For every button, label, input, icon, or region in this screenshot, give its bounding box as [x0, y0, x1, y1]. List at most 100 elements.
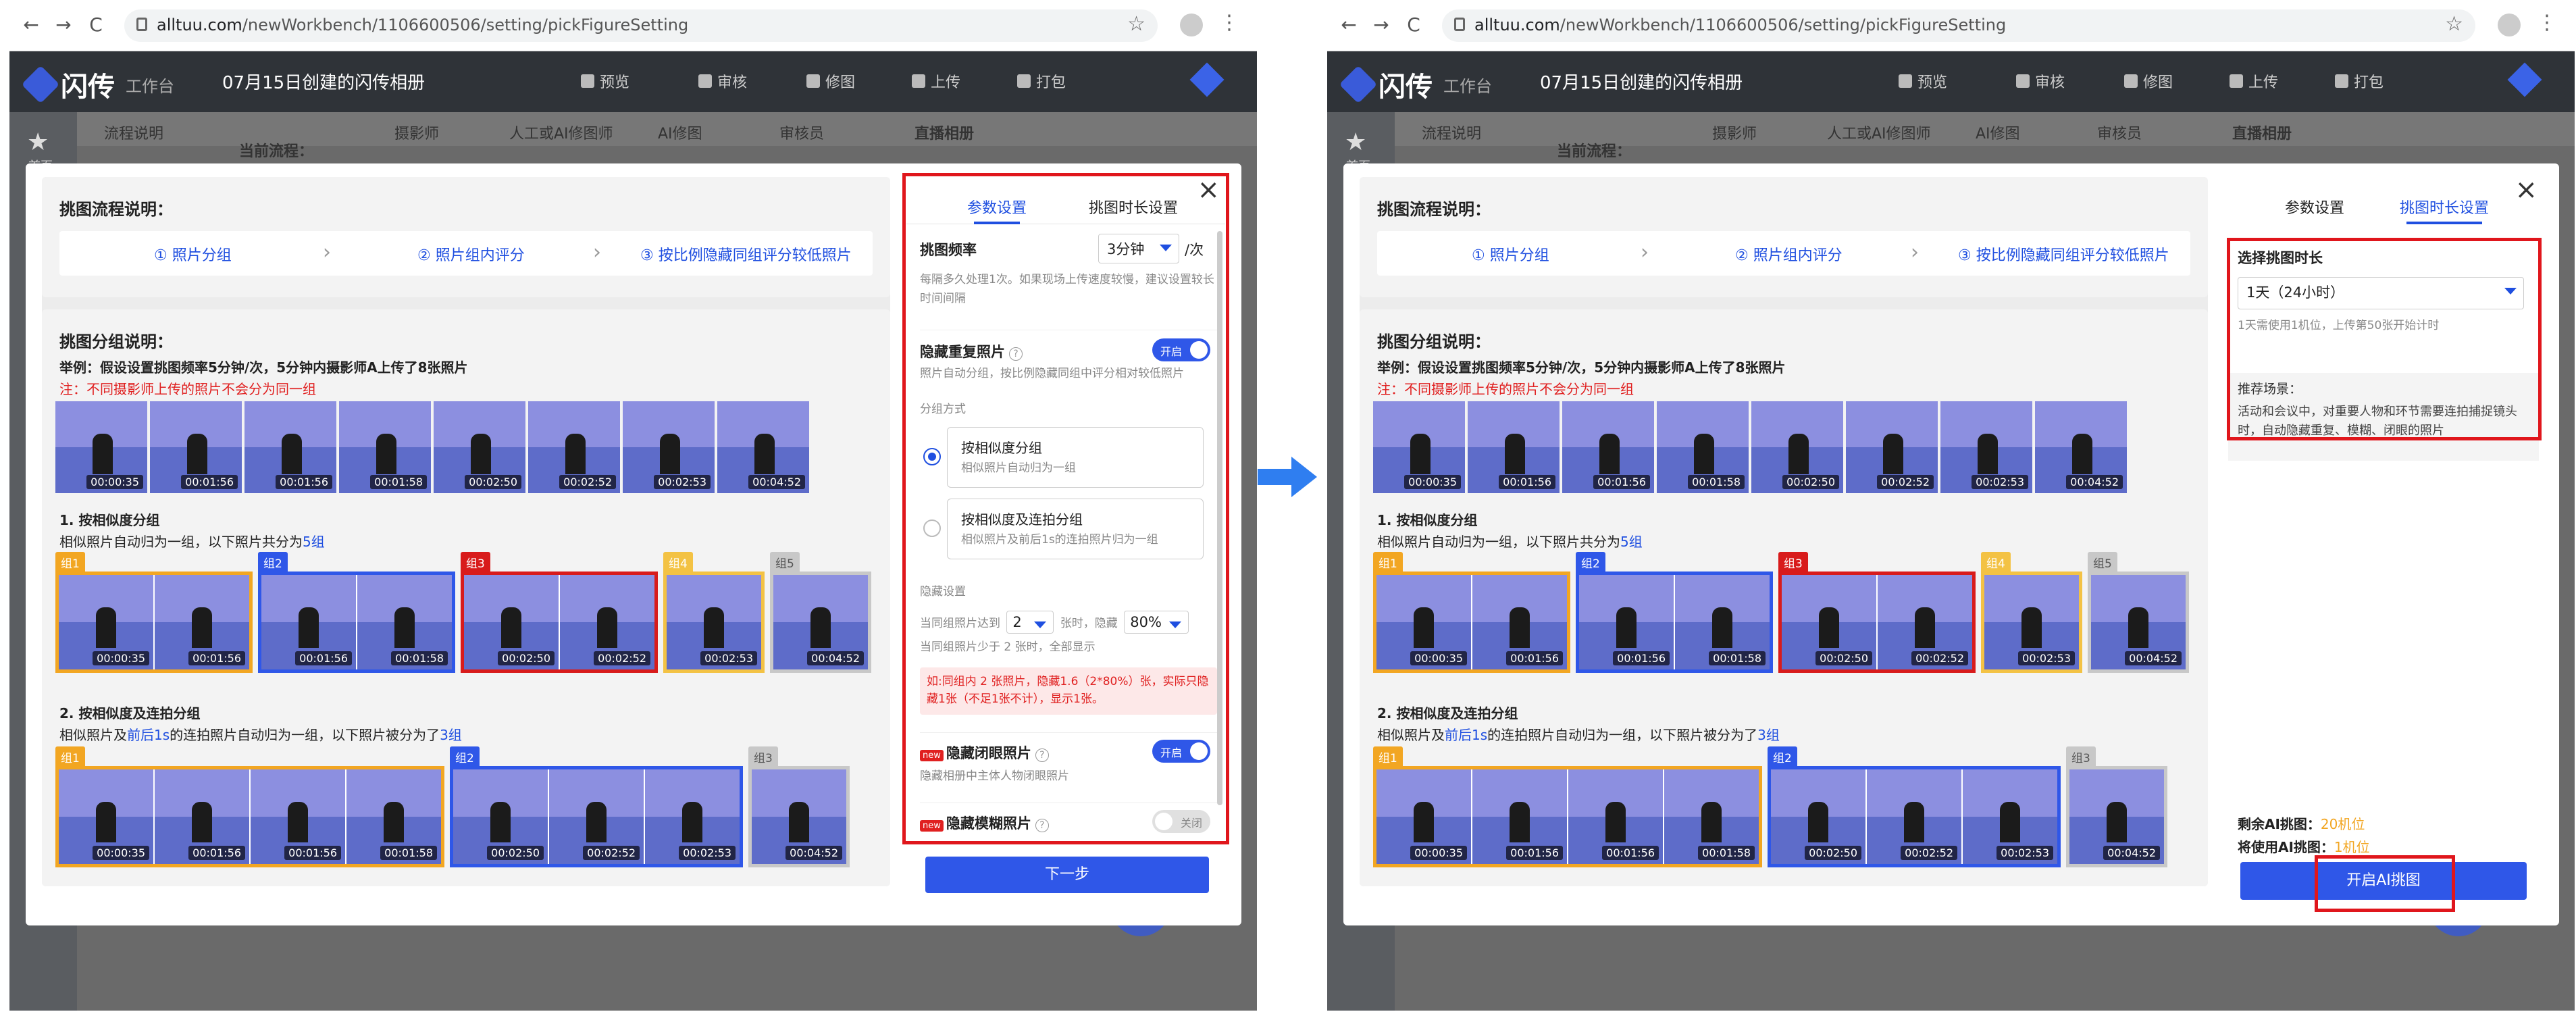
- timestamp-label: 00:01:56: [1613, 651, 1670, 665]
- group-tag: 组2: [1576, 552, 1605, 573]
- cloud-upload-icon: [912, 74, 925, 88]
- brush-icon: [2124, 74, 2138, 88]
- photo-thumbnail: 00:02:52: [560, 575, 654, 669]
- group-title: 挑图分组说明：: [1377, 332, 1491, 351]
- subtab-flow[interactable]: 流程说明: [104, 122, 163, 143]
- forward-icon[interactable]: →: [1369, 14, 1393, 36]
- menu-preview[interactable]: 预览: [1899, 70, 1947, 92]
- arrow-right-icon: [1258, 457, 1317, 497]
- brand-dropdown-icon[interactable]: [2507, 62, 2542, 97]
- photo-thumbnail: 00:02:50: [453, 769, 548, 864]
- profile-avatar-icon[interactable]: [2498, 14, 2521, 36]
- flow-title: 挑图流程说明：: [59, 200, 173, 219]
- group-tag: 组1: [55, 746, 85, 767]
- timestamp-label: 00:00:35: [93, 846, 149, 860]
- app-logo[interactable]: 闪传 工作台: [21, 65, 174, 104]
- timestamp-label: 00:04:52: [2103, 846, 2160, 860]
- shield-icon: [698, 74, 712, 88]
- browser-menu-icon[interactable]: ⋮: [1219, 11, 1239, 34]
- sub-tabs: 流程说明 摄影师 人工或AI修图师 AI修图 审核员 直播相册 当前流程：: [77, 112, 1257, 160]
- subtab-reviewer[interactable]: 审核员: [2097, 122, 2142, 143]
- forward-icon[interactable]: →: [51, 14, 76, 36]
- subtab-live-album[interactable]: 直播相册: [915, 122, 974, 143]
- menu-package[interactable]: 打包: [1017, 70, 1066, 92]
- subtab-retoucher[interactable]: 人工或AI修图师: [509, 122, 613, 143]
- photo-group: 组1 00:00:35 00:01:56: [55, 552, 253, 673]
- method2-title: 2. 按相似度及连拍分组: [1377, 705, 1518, 721]
- timestamp-label: 00:00:35: [1410, 651, 1467, 665]
- method1-groups: 组1 00:00:35 00:01:56 组2 00:01:56 00:01:58 组3 00…: [55, 552, 871, 673]
- app-logo[interactable]: 闪传 工作台: [1339, 65, 1492, 104]
- speaker-figure: [789, 802, 809, 842]
- speaker-figure: [282, 434, 302, 474]
- speaker-figure: [682, 802, 702, 842]
- subtab-live-album[interactable]: 直播相册: [2232, 122, 2292, 143]
- photo-thumbnail: 00:02:52: [549, 769, 644, 864]
- star-icon[interactable]: ★: [1345, 128, 1366, 156]
- menu-upload[interactable]: 上传: [912, 70, 960, 92]
- photo-thumbnail: 00:01:58: [1675, 575, 1770, 669]
- back-icon[interactable]: ←: [1337, 14, 1361, 36]
- photo-group: 组3 00:02:50 00:02:52: [461, 552, 658, 673]
- speaker-figure: [1510, 802, 1530, 842]
- back-icon[interactable]: ←: [19, 14, 43, 36]
- logo-subtitle: 工作台: [1443, 76, 1492, 96]
- group-tag: 组1: [1373, 746, 1403, 767]
- pick-figure-modal: 挑图流程说明： ① 照片分组 › ② 照片组内评分 › ③ 按比例隐藏同组评分较…: [1343, 163, 2559, 925]
- brand-dropdown-icon[interactable]: [1189, 62, 1225, 97]
- address-bar[interactable]: alltuu.com/newWorkbench/1106600506/setti…: [124, 9, 1158, 42]
- album-title: 07月15日创建的闪传相册: [222, 73, 426, 93]
- timestamp-label: 00:01:58: [1709, 651, 1766, 665]
- subtab-flow[interactable]: 流程说明: [1422, 122, 1481, 143]
- tab-params[interactable]: 参数设置: [2285, 196, 2344, 218]
- browser-menu-icon[interactable]: ⋮: [2537, 11, 2557, 34]
- tab-duration[interactable]: 挑图时长设置: [2400, 196, 2489, 224]
- flow-title: 挑图流程说明：: [1377, 200, 1491, 219]
- group-tag: 组2: [258, 552, 288, 573]
- photo-thumbnail: 00:00:35: [1373, 401, 1465, 493]
- menu-package[interactable]: 打包: [2335, 70, 2384, 92]
- app-header: 闪传 工作台 07月15日创建的闪传相册 预览 审核 修图 上传 打包: [1327, 51, 2575, 112]
- group-section: 挑图分组说明： 举例：假设设置挑图频率5分钟/次，5分钟内摄影师A上传了8张照片…: [42, 309, 890, 886]
- subtab-reviewer[interactable]: 审核员: [779, 122, 824, 143]
- photo-group: 组3 00:04:52: [2066, 746, 2167, 867]
- menu-review[interactable]: 审核: [698, 70, 747, 92]
- bookmark-star-icon[interactable]: ☆: [1127, 12, 1145, 36]
- timestamp-label: 00:02:53: [654, 475, 711, 489]
- menu-retouch[interactable]: 修图: [806, 70, 855, 92]
- next-button[interactable]: 下一步: [925, 857, 1209, 893]
- photo-thumbnail: 00:00:35: [1376, 769, 1471, 864]
- subtab-ai-retouch[interactable]: AI修图: [1976, 122, 2020, 143]
- cloud-upload-icon: [2230, 74, 2243, 88]
- photo-thumbnail: 00:04:52: [2091, 575, 2186, 669]
- photo-thumbnail: 00:01:58: [346, 769, 441, 864]
- speaker-figure: [96, 607, 116, 648]
- star-icon[interactable]: ★: [27, 128, 49, 156]
- subtab-photographer[interactable]: 摄影师: [1712, 122, 1757, 143]
- photo-thumbnail: 00:00:35: [59, 769, 153, 864]
- subtab-photographer[interactable]: 摄影师: [394, 122, 439, 143]
- timestamp-label: 00:00:35: [1404, 475, 1461, 489]
- menu-retouch[interactable]: 修图: [2124, 70, 2173, 92]
- timestamp-label: 00:02:52: [583, 846, 640, 860]
- menu-preview[interactable]: 预览: [581, 70, 629, 92]
- bookmark-star-icon[interactable]: ☆: [2445, 12, 2463, 36]
- photo-thumbnail: 00:01:58: [339, 401, 431, 493]
- photo-thumbnail: 00:01:56: [155, 575, 249, 669]
- package-icon: [1017, 74, 1031, 88]
- subtab-retoucher[interactable]: 人工或AI修图师: [1827, 122, 1931, 143]
- profile-avatar-icon[interactable]: [1180, 14, 1203, 36]
- menu-review[interactable]: 审核: [2016, 70, 2065, 92]
- screen-before: ← → C alltuu.com/newWorkbench/1106600506…: [9, 0, 1257, 1016]
- app-header: 闪传 工作台 07月15日创建的闪传相册 预览 审核 修图 上传 打包: [9, 51, 1257, 112]
- speaker-figure: [1410, 434, 1431, 474]
- brush-icon: [806, 74, 820, 88]
- reload-icon[interactable]: C: [1401, 14, 1426, 36]
- speaker-figure: [1808, 802, 1828, 842]
- address-bar[interactable]: alltuu.com/newWorkbench/1106600506/setti…: [1442, 9, 2475, 42]
- subtab-ai-retouch[interactable]: AI修图: [658, 122, 702, 143]
- reload-icon[interactable]: C: [84, 14, 108, 36]
- flow-section: 挑图流程说明： ① 照片分组 › ② 照片组内评分 › ③ 按比例隐藏同组评分较…: [1360, 177, 2208, 297]
- menu-upload[interactable]: 上传: [2230, 70, 2278, 92]
- timestamp-label: 00:02:50: [487, 846, 544, 860]
